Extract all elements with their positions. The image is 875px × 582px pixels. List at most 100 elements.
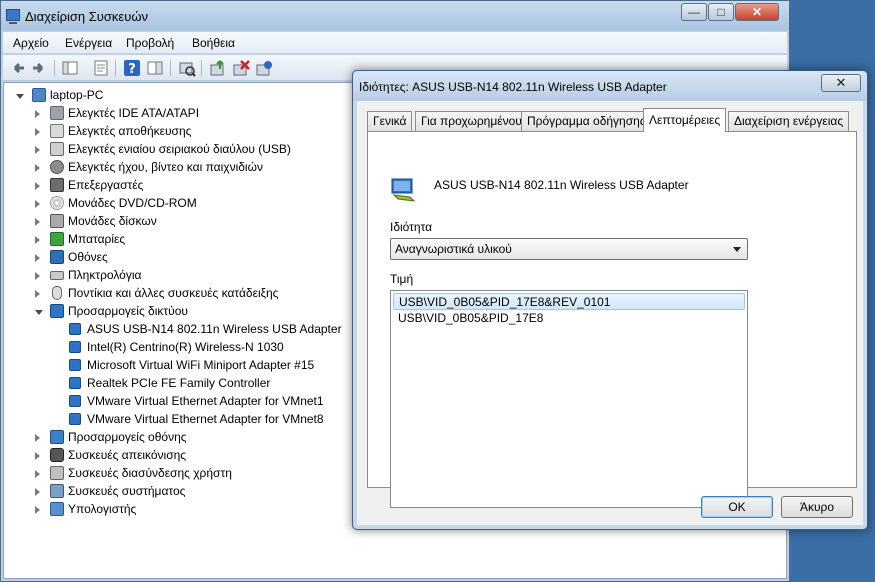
collapse-arrow-icon[interactable] [16, 94, 24, 99]
tree-category-label: Ελεγκτές αποθήκευσης [68, 124, 192, 138]
tab-details[interactable]: Λεπτομέρειες [643, 108, 727, 132]
disk-drive-icon [50, 214, 64, 228]
expand-arrow-icon[interactable] [35, 164, 40, 172]
back-arrow-icon[interactable] [9, 59, 27, 77]
usb-icon [50, 142, 64, 156]
expand-arrow-icon[interactable] [35, 128, 40, 136]
toolbar-separator [115, 60, 116, 76]
tree-device-label: Intel(R) Centrino(R) Wireless-N 1030 [87, 340, 284, 354]
menu-bar: Αρχείο Ενέργεια Προβολή Βοήθεια [3, 32, 787, 54]
tab-power-management[interactable]: Διαχείριση ενέργειας [728, 111, 850, 131]
close-button[interactable]: ✕ [735, 3, 779, 21]
dvd-icon [50, 196, 64, 210]
tree-category-label: Μπαταρίες [68, 232, 126, 246]
details-tab-panel: ASUS USB-N14 802.11n Wireless USB Adapte… [367, 131, 857, 508]
network-adapter-icon [69, 323, 81, 335]
processor-icon [50, 178, 64, 192]
dialog-title: Ιδιότητες: ASUS USB-N14 802.11n Wireless… [359, 80, 667, 94]
tree-category-label: Μονάδες δίσκων [68, 214, 157, 228]
system-device-icon [50, 484, 64, 498]
window-title: Διαχείριση Συσκευών [25, 9, 148, 24]
dialog-titlebar[interactable]: Ιδιότητες: ASUS USB-N14 802.11n Wireless… [353, 71, 867, 101]
tree-category-label: Ελεγκτές IDE ATA/ATAPI [68, 106, 200, 120]
battery-icon [50, 232, 64, 246]
value-item[interactable]: USB\VID_0B05&PID_17E8&REV_0101 [393, 293, 745, 310]
expand-arrow-icon[interactable] [35, 218, 40, 226]
maximize-button[interactable]: □ [708, 3, 734, 21]
imaging-device-icon [50, 448, 64, 462]
tab-advanced[interactable]: Για προχωρημένους [415, 111, 534, 131]
tree-device-label: ASUS USB-N14 802.11n Wireless USB Adapte… [87, 322, 342, 336]
help-icon[interactable]: ? [123, 59, 141, 77]
tree-category-label: Υπολογιστής [68, 502, 137, 516]
tree-device-label: VMware Virtual Ethernet Adapter for VMne… [87, 394, 324, 408]
keyboard-icon [50, 271, 64, 280]
sound-icon [50, 160, 64, 174]
value-listbox[interactable]: USB\VID_0B05&PID_17E8&REV_0101 USB\VID_0… [390, 290, 748, 508]
display-adapter-icon [50, 430, 64, 444]
tree-category-label: Πληκτρολόγια [68, 268, 142, 282]
device-manager-icon [6, 9, 20, 24]
network-adapter-icon [50, 304, 64, 318]
collapse-arrow-icon[interactable] [35, 310, 43, 315]
expand-arrow-icon[interactable] [35, 506, 40, 514]
main-titlebar[interactable]: Διαχείριση Συσκευών — □ ✕ [1, 1, 789, 31]
tree-root-label: laptop-PC [50, 88, 104, 102]
network-adapter-icon [69, 413, 81, 425]
tree-category-label: Μονάδες DVD/CD-ROM [68, 196, 197, 210]
menu-help[interactable]: Βοήθεια [192, 36, 235, 50]
scan-hardware-icon[interactable] [178, 59, 196, 77]
expand-arrow-icon[interactable] [35, 272, 40, 280]
expand-arrow-icon[interactable] [35, 110, 40, 118]
expand-arrow-icon[interactable] [35, 254, 40, 262]
tree-category-label: Προσαρμογείς οθόνης [68, 430, 187, 444]
tree-category-label: Συσκευές απεικόνισης [68, 448, 187, 462]
menu-file[interactable]: Αρχείο [13, 36, 49, 50]
expand-arrow-icon[interactable] [35, 200, 40, 208]
show-hide-tree-icon[interactable] [61, 59, 79, 77]
properties-dialog: Ιδιότητες: ASUS USB-N14 802.11n Wireless… [352, 70, 868, 530]
tree-category-label: Προσαρμογείς δικτύου [68, 304, 188, 318]
hid-icon [50, 466, 64, 480]
expand-arrow-icon[interactable] [35, 470, 40, 478]
property-dropdown[interactable]: Αναγνωριστικά υλικού [390, 238, 748, 260]
network-adapter-icon [69, 395, 81, 407]
menu-view[interactable]: Προβολή [126, 36, 174, 50]
expand-arrow-icon[interactable] [35, 146, 40, 154]
cancel-button[interactable]: Άκυρο [781, 496, 853, 518]
expand-arrow-icon[interactable] [35, 434, 40, 442]
value-item[interactable]: USB\VID_0B05&PID_17E8 [393, 310, 745, 327]
minimize-button[interactable]: — [681, 3, 707, 21]
device-name: ASUS USB-N14 802.11n Wireless USB Adapte… [434, 178, 689, 192]
expand-arrow-icon[interactable] [35, 488, 40, 496]
storage-controller-icon [50, 124, 64, 138]
update-driver-icon[interactable] [209, 59, 227, 77]
tree-device-label: Realtek PCIe FE Family Controller [87, 376, 271, 390]
svg-text:?: ? [128, 62, 136, 77]
tree-category-label: Ελεγκτές ήχου, βίντεο και παιχνιδιών [68, 160, 263, 174]
network-adapter-icon [69, 359, 81, 371]
tab-general[interactable]: Γενικά [367, 111, 413, 131]
tree-category-label: Ποντίκια και άλλες συσκευές κατάδειξης [68, 286, 279, 300]
network-adapter-icon [390, 175, 418, 203]
toolbar-separator [54, 60, 55, 76]
expand-arrow-icon[interactable] [35, 452, 40, 460]
tree-category-label: Οθόνες [68, 250, 108, 264]
network-adapter-icon [69, 377, 81, 389]
tab-driver[interactable]: Πρόγραμμα οδήγησης [521, 111, 652, 131]
ok-button[interactable]: OK [701, 496, 773, 518]
expand-arrow-icon[interactable] [35, 182, 40, 190]
properties-icon[interactable] [92, 59, 110, 77]
forward-arrow-icon[interactable] [30, 59, 48, 77]
action-pane-icon[interactable] [146, 59, 164, 77]
expand-arrow-icon[interactable] [35, 290, 40, 298]
expand-arrow-icon[interactable] [35, 236, 40, 244]
uninstall-device-icon[interactable] [255, 59, 273, 77]
menu-action[interactable]: Ενέργεια [65, 36, 112, 50]
tree-category-label: Συσκευές συστήματος [68, 484, 186, 498]
tree-device-label: Microsoft Virtual WiFi Miniport Adapter … [87, 358, 315, 372]
tree-category-label: Ελεγκτές ενιαίου σειριακού διαύλου (USB) [68, 142, 291, 156]
disable-device-icon[interactable] [232, 59, 250, 77]
dialog-body: Γενικά Για προχωρημένους Πρόγραμμα οδήγη… [357, 101, 863, 525]
dialog-close-button[interactable]: ✕ [821, 74, 861, 92]
